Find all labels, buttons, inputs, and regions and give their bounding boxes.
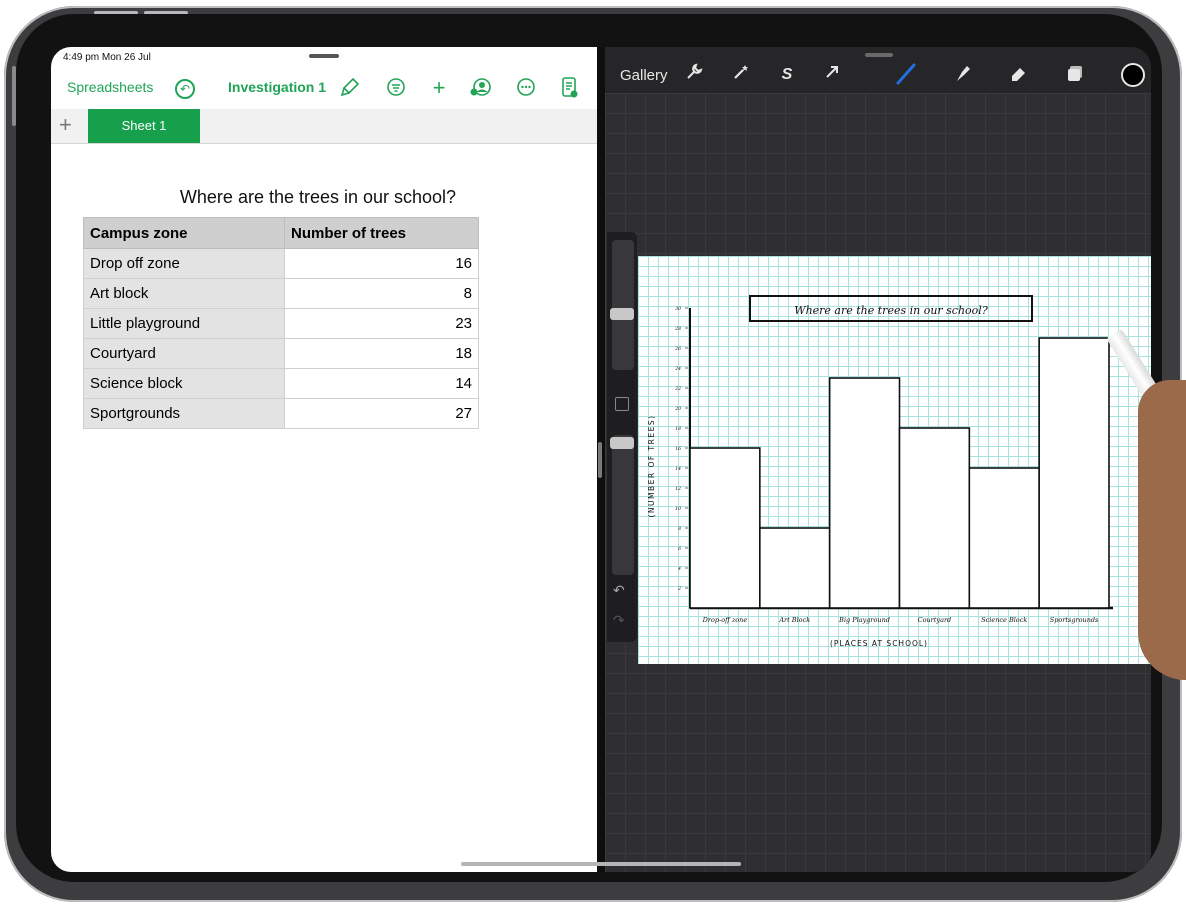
y-tick-label: 14 xyxy=(675,466,681,472)
column-header-zone[interactable]: Campus zone xyxy=(83,217,285,249)
split-view-divider[interactable] xyxy=(597,47,605,872)
y-tick-label: 4 xyxy=(677,566,681,572)
sheet-tab-bar: + Sheet 1 xyxy=(51,109,597,144)
x-tick-label: Courtyard xyxy=(918,616,952,624)
cell-trees[interactable]: 14 xyxy=(284,368,479,399)
collaborate-icon[interactable] xyxy=(470,77,492,99)
document-settings-icon[interactable] xyxy=(559,77,581,99)
y-tick-label: 28 xyxy=(674,326,681,332)
y-tick-label: 26 xyxy=(674,346,681,352)
y-tick-label: 2 xyxy=(677,586,681,592)
y-tick-label: 10 xyxy=(675,506,681,512)
undo-icon[interactable]: ↶ xyxy=(613,582,625,599)
magic-wand-icon[interactable] xyxy=(729,63,753,87)
cell-zone[interactable]: Drop off zone xyxy=(83,248,285,279)
undo-icon[interactable]: ↶ xyxy=(175,79,195,99)
insert-plus-icon[interactable]: + xyxy=(428,77,450,99)
x-tick-label: Big Playground xyxy=(838,616,890,624)
y-tick-label: 30 xyxy=(675,306,681,312)
add-sheet-button[interactable]: + xyxy=(59,111,72,139)
brush-size-thumb[interactable] xyxy=(610,308,634,320)
bar xyxy=(968,467,1040,609)
procreate-toolbar: Gallery S xyxy=(605,47,1151,93)
column-header-trees[interactable]: Number of trees xyxy=(284,217,479,249)
x-tick-label: Sportsgrounds xyxy=(1050,616,1099,624)
x-tick-label: Science Block xyxy=(981,616,1027,624)
ipad-screen: 4:49 pm Mon 26 Jul Spreadsheets ↶ Invest… xyxy=(51,47,1151,872)
cell-trees[interactable]: 8 xyxy=(284,278,479,309)
table-row: Drop off zone 16 xyxy=(83,248,479,279)
opacity-thumb[interactable] xyxy=(610,437,634,449)
multitasking-grabber[interactable] xyxy=(865,53,893,57)
table-row: Little playground 23 xyxy=(83,308,479,339)
y-tick-label: 18 xyxy=(675,426,681,432)
drawing-canvas[interactable]: 2 4 6 8 10 12 14 16 18 20 22 24 26 28 30 Drop-off zone A… xyxy=(638,256,1151,664)
hand-drawn-bar-chart: 24681012141618202224262830Drop-off zone A… xyxy=(647,295,1113,648)
tab-sheet-1[interactable]: Sheet 1 xyxy=(88,109,200,143)
y-tick-label: 20 xyxy=(674,406,681,412)
gallery-button[interactable]: Gallery xyxy=(620,67,668,84)
table-row: Courtyard 18 xyxy=(83,338,479,369)
redo-icon[interactable]: ↷ xyxy=(613,612,625,629)
table-header-row: Campus zone Number of trees xyxy=(83,217,479,249)
smudge-icon[interactable] xyxy=(951,63,975,87)
y-tick-label: 12 xyxy=(675,486,681,492)
format-brush-icon[interactable] xyxy=(339,77,361,99)
y-axis-label: (NUMBER OF TREES) xyxy=(647,414,656,517)
more-options-icon[interactable] xyxy=(515,77,537,99)
cell-trees[interactable]: 23 xyxy=(284,308,479,339)
cell-zone[interactable]: Courtyard xyxy=(83,338,285,369)
x-tick-label: Drop-off zone xyxy=(702,616,748,624)
cell-trees[interactable]: 18 xyxy=(284,338,479,369)
numbers-toolbar: Spreadsheets ↶ Investigation 1 + xyxy=(51,69,597,109)
y-tick-label: 8 xyxy=(678,526,681,532)
opacity-slider[interactable] xyxy=(612,435,634,575)
numbers-app-pane: 4:49 pm Mon 26 Jul Spreadsheets ↶ Invest… xyxy=(51,47,597,872)
cell-trees[interactable]: 27 xyxy=(284,398,479,429)
table-row: Sportgrounds 27 xyxy=(83,398,479,429)
bar xyxy=(759,527,831,609)
table-title: Where are the trees in our school? xyxy=(179,187,457,207)
home-indicator xyxy=(461,862,741,866)
y-tick-label: 16 xyxy=(675,446,681,452)
status-time-date: 4:49 pm Mon 26 Jul xyxy=(63,52,151,63)
x-axis-label: (PLACES AT SCHOOL) xyxy=(830,639,928,648)
y-tick-label: 22 xyxy=(674,386,681,392)
modify-button[interactable] xyxy=(615,397,629,411)
y-tick-label: 6 xyxy=(678,546,681,552)
organize-filter-icon[interactable] xyxy=(385,77,407,99)
hand xyxy=(1138,380,1186,680)
cell-zone[interactable]: Little playground xyxy=(83,308,285,339)
bar xyxy=(1038,337,1110,609)
x-tick-label: Art Block xyxy=(778,616,810,624)
y-tick-label: 24 xyxy=(674,366,681,372)
cell-zone[interactable]: Sportgrounds xyxy=(83,398,285,429)
cell-zone[interactable]: Science block xyxy=(83,368,285,399)
cell-zone[interactable]: Art block xyxy=(83,278,285,309)
chart-title: Where are the trees in our school? xyxy=(794,304,988,317)
trees-table: Campus zone Number of trees Drop off zon… xyxy=(83,217,479,429)
multitasking-grabber[interactable] xyxy=(309,54,339,58)
wrench-icon[interactable] xyxy=(682,63,706,87)
cell-trees[interactable]: 16 xyxy=(284,248,479,279)
bar xyxy=(898,427,971,609)
brush-size-slider[interactable] xyxy=(612,240,634,370)
color-picker-icon[interactable] xyxy=(1121,63,1145,87)
spreadsheets-back-button[interactable]: Spreadsheets xyxy=(67,79,153,95)
bar xyxy=(828,377,901,609)
procreate-app-pane: Gallery S 2 4 6 8 10 12 14 16 18 20 22 2… xyxy=(605,47,1151,872)
table-row: Art block 8 xyxy=(83,278,479,309)
procreate-sidebar: ↶ ↷ xyxy=(607,232,637,642)
selection-icon[interactable]: S xyxy=(775,63,799,87)
document-title[interactable]: Investigation 1 xyxy=(228,79,326,95)
brush-icon[interactable] xyxy=(894,63,918,87)
bar xyxy=(689,447,761,609)
eraser-icon[interactable] xyxy=(1007,63,1031,87)
layers-icon[interactable] xyxy=(1063,63,1087,87)
divider-grip[interactable] xyxy=(598,442,602,478)
table-row: Science block 14 xyxy=(83,368,479,399)
transform-arrow-icon[interactable] xyxy=(820,63,844,87)
